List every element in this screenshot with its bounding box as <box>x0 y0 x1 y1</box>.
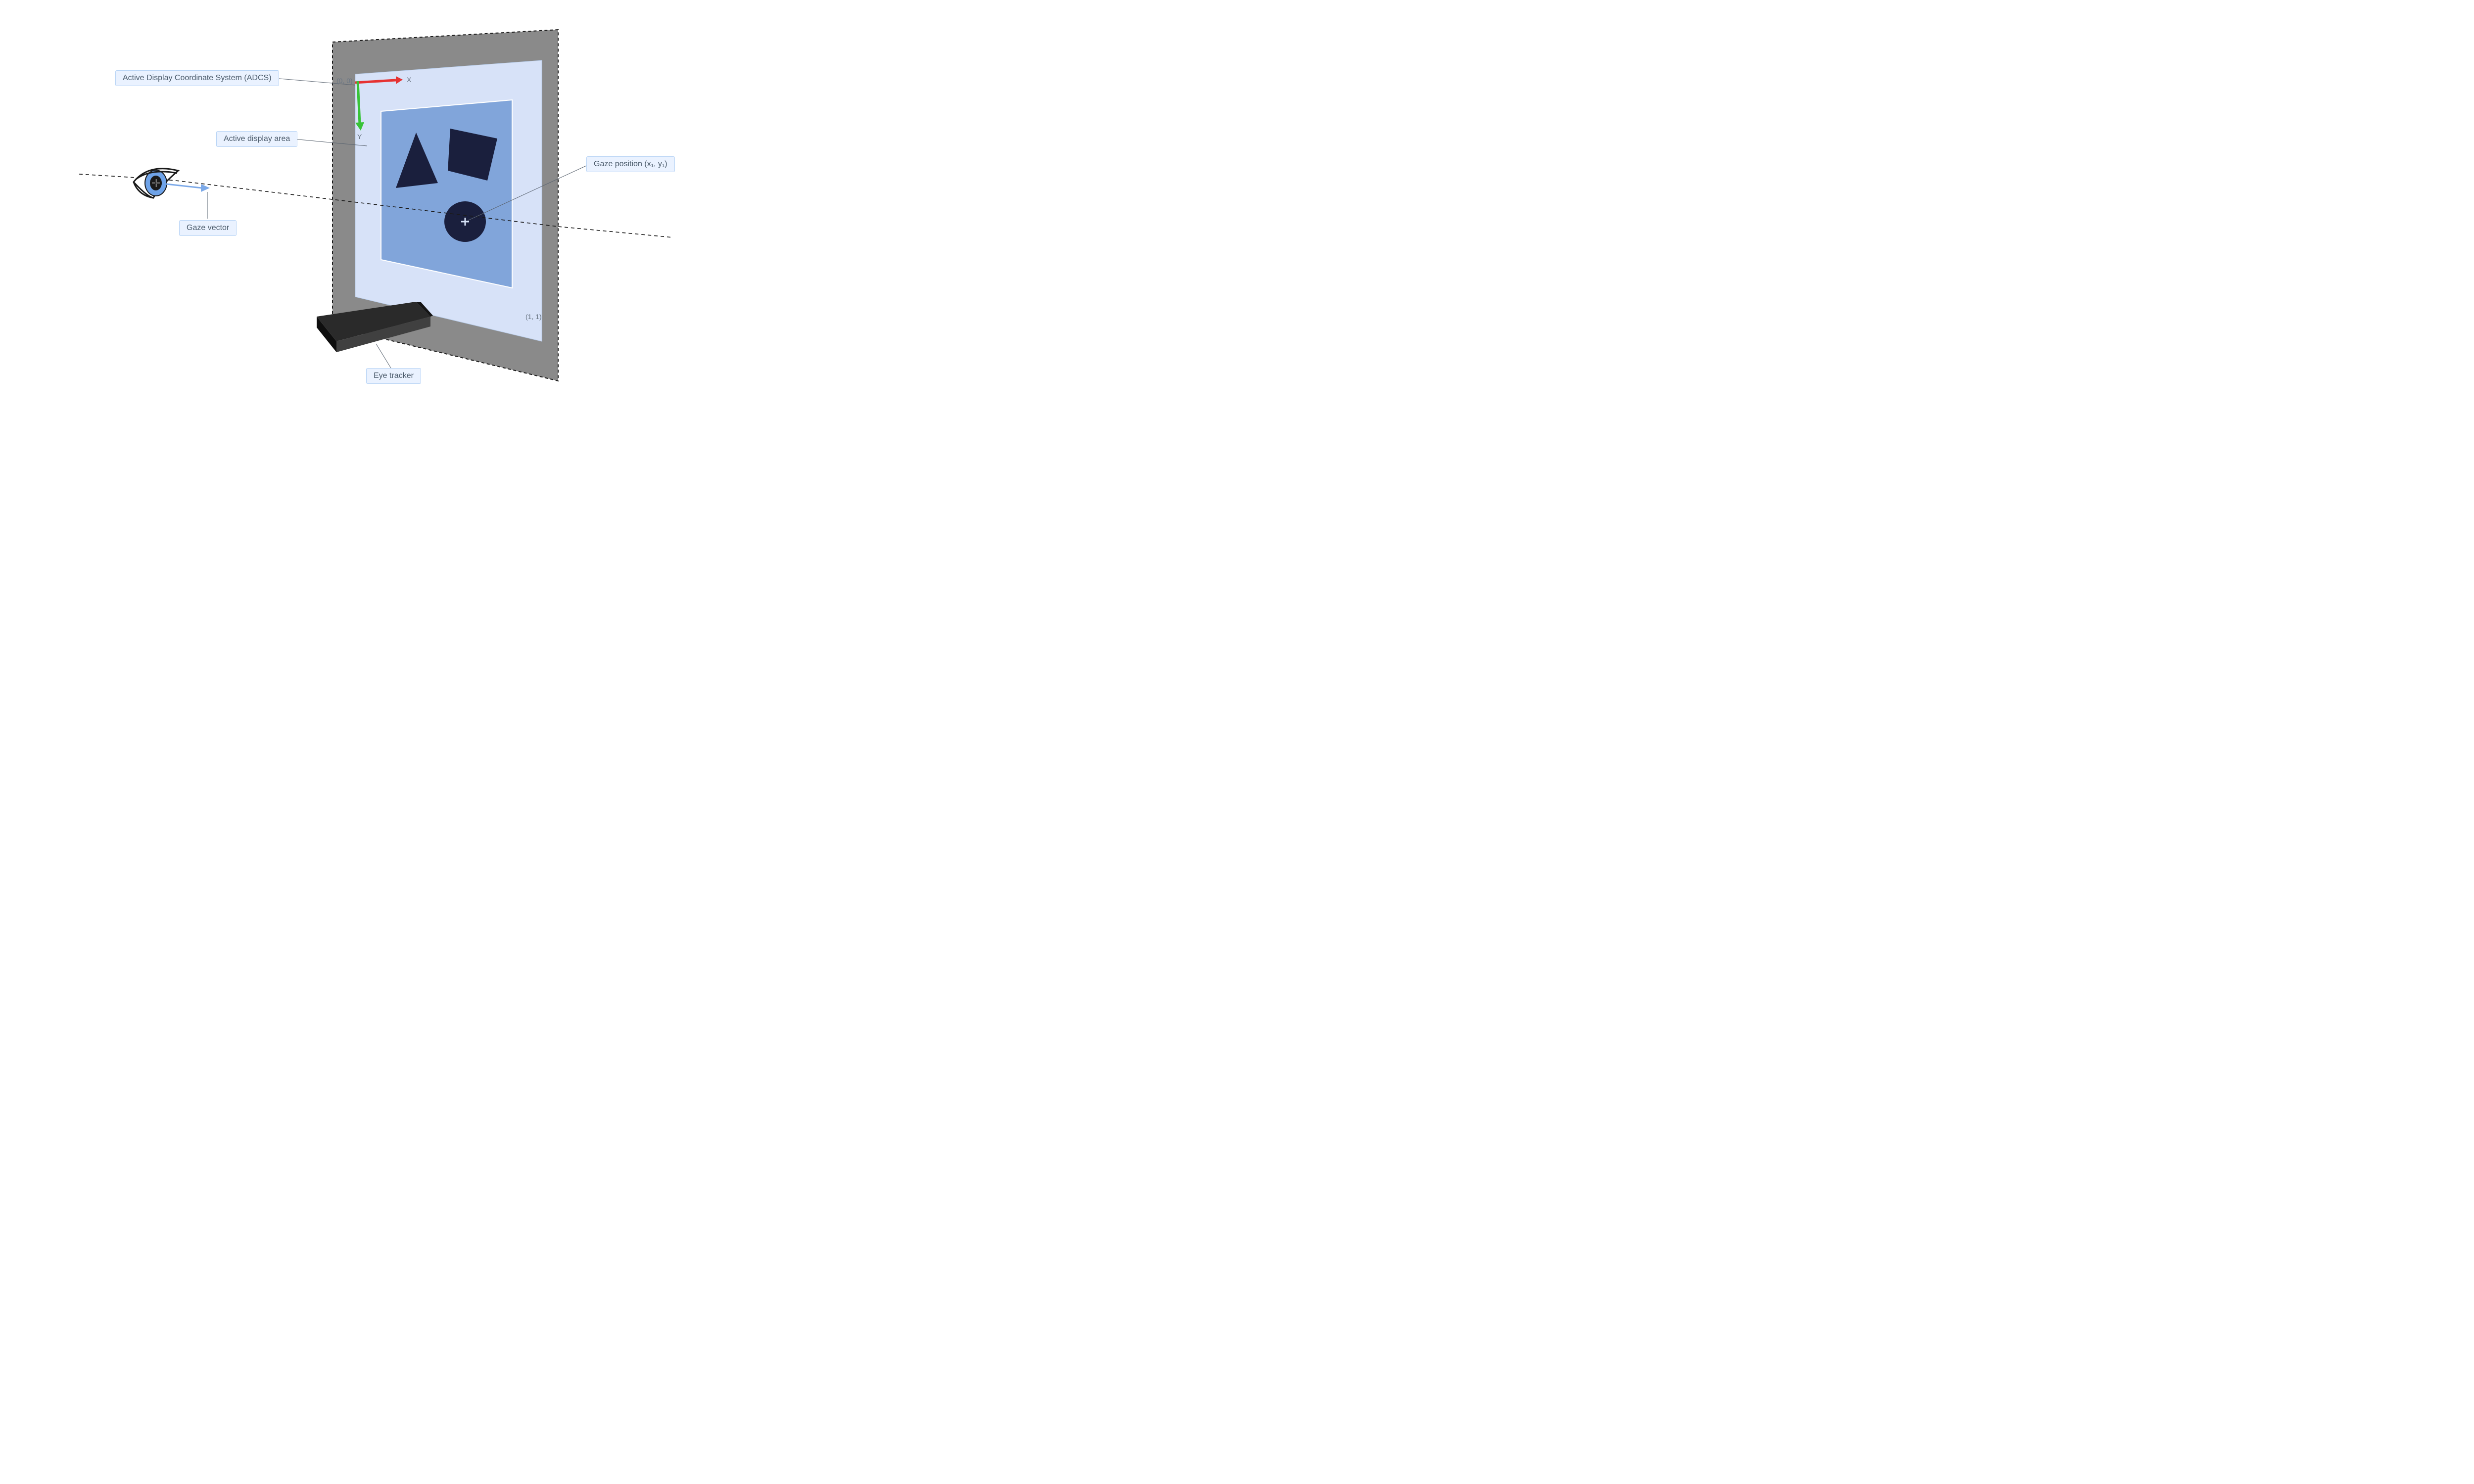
x-axis-label: X <box>407 76 411 84</box>
label-gaze-vector: Gaze vector <box>179 220 237 236</box>
leader-eye-tracker <box>376 344 391 368</box>
label-gaze-position: Gaze position (x₁, y₁) <box>586 156 675 172</box>
origin-coord: (0, 0) <box>336 77 353 85</box>
eye-icon <box>134 169 178 198</box>
label-eye-tracker: Eye tracker <box>366 368 421 384</box>
gaze-vector-arrow <box>166 184 210 192</box>
label-active-display-area: Active display area <box>216 131 297 147</box>
y-axis-label: Y <box>357 133 362 140</box>
diagram-canvas <box>0 0 730 411</box>
label-adcs: Active Display Coordinate System (ADCS) <box>115 70 279 86</box>
gaze-line-past-monitor <box>558 227 673 237</box>
gaze-line-left <box>79 174 143 178</box>
end-coord: (1, 1) <box>525 313 542 321</box>
content-area <box>381 100 512 288</box>
